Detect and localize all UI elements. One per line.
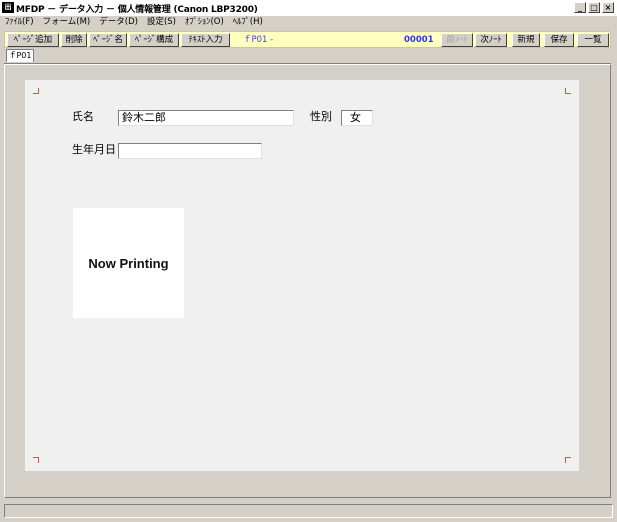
crop-mark-bottom-left [33,457,39,463]
crop-mark-top-right [565,88,571,94]
crop-mark-bottom-right [565,457,571,463]
toolbar: ﾍﾟｰｼﾞ追加 削除 ﾍﾟｰｼﾞ名 ﾍﾟｰｼﾞ構成 ﾃｷｽﾄ入力 ｆP01 - … [4,31,611,48]
photo-placeholder[interactable]: Now Printing [73,208,184,318]
form-page: 氏名 鈴木二郎 性別 女 生年月日 Now Printing [25,80,579,471]
menu-settings[interactable]: 設定(S) [147,16,176,30]
photo-placeholder-text: Now Printing [88,255,169,271]
crop-mark-top-left [33,88,39,94]
app-icon: 出 [2,2,14,13]
record-number: 00001 [404,35,434,45]
menu-form[interactable]: フォーム(M) [43,16,91,30]
page-tabs: ｆP01 [4,49,611,64]
menu-options[interactable]: ｵﾌﾟｼｮﾝ(O) [185,16,224,30]
delete-button[interactable]: 削除 [61,33,87,47]
maximize-button[interactable]: □ [588,2,600,13]
list-button[interactable]: 一覧 [577,33,609,47]
save-button[interactable]: 保存 [544,33,574,47]
current-page-label: ｆP01 - [243,35,274,45]
gender-field[interactable]: 女 [341,110,373,126]
birthdate-field[interactable] [118,143,262,159]
close-button[interactable]: × [602,2,614,13]
title-bar: 出 MFDP － データ入力 － 個人情報管理 (Canon LBP3200) … [0,0,617,17]
window-title: MFDP － データ入力 － 個人情報管理 (Canon LBP3200) [16,5,258,15]
next-note-button[interactable]: 次ﾉｰﾄ [475,33,507,47]
minimize-button[interactable]: _ [574,2,586,13]
window-controls: _ □ × [574,2,614,13]
prev-note-button[interactable]: 前ﾉｰﾄ [441,33,473,47]
add-page-button[interactable]: ﾍﾟｰｼﾞ追加 [7,33,59,47]
text-input-button[interactable]: ﾃｷｽﾄ入力 [181,33,230,47]
menu-data[interactable]: データ(D) [99,16,138,30]
menu-help[interactable]: ﾍﾙﾌﾟ(H) [233,16,263,30]
new-button[interactable]: 新規 [512,33,540,47]
menu-bar: ﾌｧｲﾙ(F) フォーム(M) データ(D) 設定(S) ｵﾌﾟｼｮﾝ(O) ﾍ… [0,16,617,30]
gender-label: 性別 [310,110,332,123]
name-label: 氏名 [72,110,94,123]
page-name-button[interactable]: ﾍﾟｰｼﾞ名 [89,33,127,47]
tab-fp01[interactable]: ｆP01 [6,49,34,62]
birthdate-label: 生年月日 [72,143,116,156]
page-structure-button[interactable]: ﾍﾟｰｼﾞ構成 [129,33,179,47]
name-field[interactable]: 鈴木二郎 [118,110,294,126]
status-bar [4,504,613,518]
menu-file[interactable]: ﾌｧｲﾙ(F) [5,16,34,30]
